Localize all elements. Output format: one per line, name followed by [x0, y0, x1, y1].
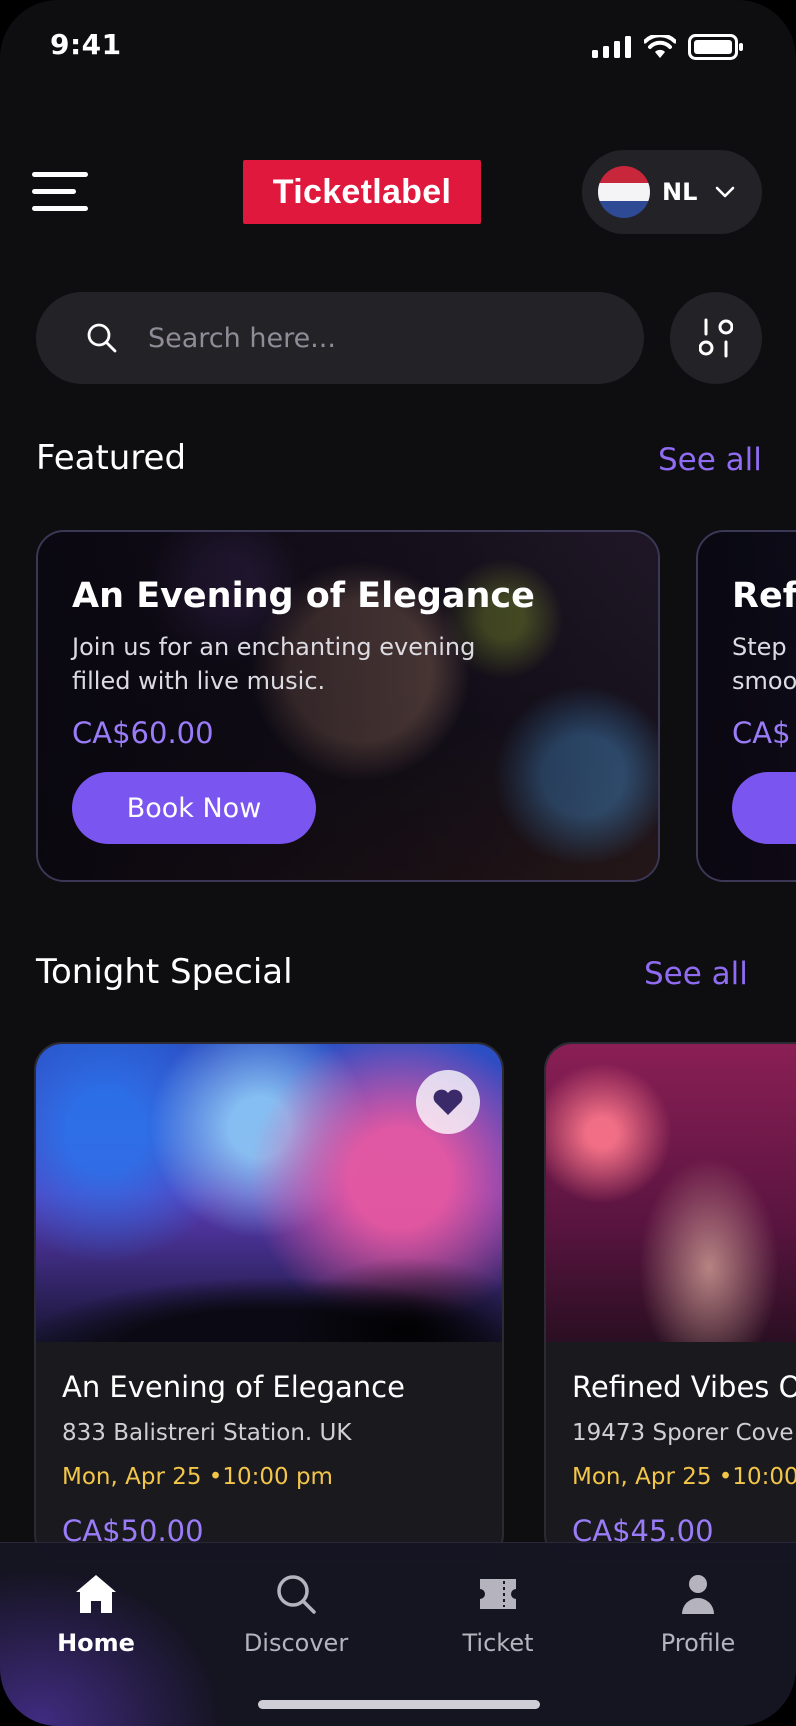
home-icon	[76, 1575, 116, 1613]
status-bar: 9:41	[0, 0, 796, 96]
signal-icon	[592, 36, 631, 58]
featured-card-description: Step smoo	[732, 633, 796, 695]
app-screen: 9:41 Ticketlabel NL Search here... Featu…	[0, 0, 796, 1726]
tonight-see-all-link[interactable]: See all	[644, 956, 748, 992]
language-selector[interactable]: NL	[582, 150, 762, 234]
tab-discover[interactable]: Discover	[206, 1573, 386, 1657]
chevron-down-icon	[716, 186, 735, 198]
event-card[interactable]: An Evening of Elegance 833 Balistreri St…	[34, 1042, 504, 1562]
event-title: An Evening of Elegance	[62, 1370, 405, 1404]
event-address: 19473 Sporer Cove	[572, 1420, 794, 1446]
filter-icon	[699, 318, 733, 358]
flag-stripe	[598, 200, 650, 218]
featured-card-price: CA$	[732, 716, 791, 750]
tab-label: Ticket	[462, 1629, 534, 1657]
menu-icon-line	[32, 206, 88, 211]
featured-card-price: CA$60.00	[72, 716, 214, 750]
tab-label: Profile	[660, 1629, 736, 1657]
wifi-icon	[644, 35, 676, 58]
tab-label: Discover	[243, 1629, 349, 1657]
status-time: 9:41	[50, 28, 122, 61]
search-input[interactable]	[148, 322, 568, 354]
tonight-special-title: Tonight Special	[36, 952, 293, 992]
event-image	[36, 1044, 502, 1342]
search-icon	[277, 1575, 316, 1614]
flag-stripe	[598, 166, 650, 184]
favorite-button[interactable]	[416, 1070, 480, 1134]
featured-card[interactable]: Ref Step smoo CA$ B	[696, 530, 796, 882]
event-date: Mon, Apr 25 •10:00 pm	[62, 1464, 333, 1490]
profile-icon	[682, 1575, 714, 1614]
event-image	[546, 1044, 796, 1342]
event-address: 833 Balistreri Station. UK	[62, 1420, 352, 1446]
language-code: NL	[662, 178, 698, 206]
menu-button[interactable]	[32, 170, 88, 214]
featured-see-all-link[interactable]: See all	[658, 442, 762, 478]
status-icons	[592, 34, 744, 60]
book-now-button[interactable]: Book Now	[72, 772, 316, 844]
event-date: Mon, Apr 25 •10:00	[572, 1464, 796, 1490]
featured-card[interactable]: An Evening of Elegance Join us for an en…	[36, 530, 660, 882]
tab-home[interactable]: Home	[6, 1573, 186, 1657]
event-card[interactable]: Refined Vibes O 19473 Sporer Cove Mon, A…	[544, 1042, 796, 1562]
bottom-tab-bar: Home Discover Ticket Profile	[0, 1542, 796, 1726]
tab-label: Home	[57, 1629, 135, 1657]
filter-button[interactable]	[670, 292, 762, 384]
search-icon	[87, 323, 117, 353]
home-indicator[interactable]	[258, 1700, 540, 1709]
book-now-button[interactable]: B	[732, 772, 796, 844]
event-title: Refined Vibes O	[572, 1370, 796, 1404]
menu-icon	[32, 172, 88, 177]
featured-title: Featured	[36, 438, 187, 478]
tab-profile[interactable]: Profile	[608, 1573, 788, 1657]
featured-card-title: Ref	[732, 576, 796, 616]
brand-logo[interactable]: Ticketlabel	[243, 160, 481, 224]
menu-icon-line	[32, 189, 76, 194]
featured-card-description: Join us for an enchanting evening filled…	[72, 633, 476, 695]
heart-icon	[433, 1089, 463, 1115]
netherlands-flag-icon	[598, 166, 650, 218]
ticket-icon	[480, 1579, 516, 1609]
flag-stripe	[598, 183, 650, 201]
tab-ticket[interactable]: Ticket	[408, 1573, 588, 1657]
search-bar[interactable]	[36, 292, 644, 384]
featured-card-title: An Evening of Elegance	[72, 576, 535, 616]
battery-icon	[688, 34, 743, 60]
